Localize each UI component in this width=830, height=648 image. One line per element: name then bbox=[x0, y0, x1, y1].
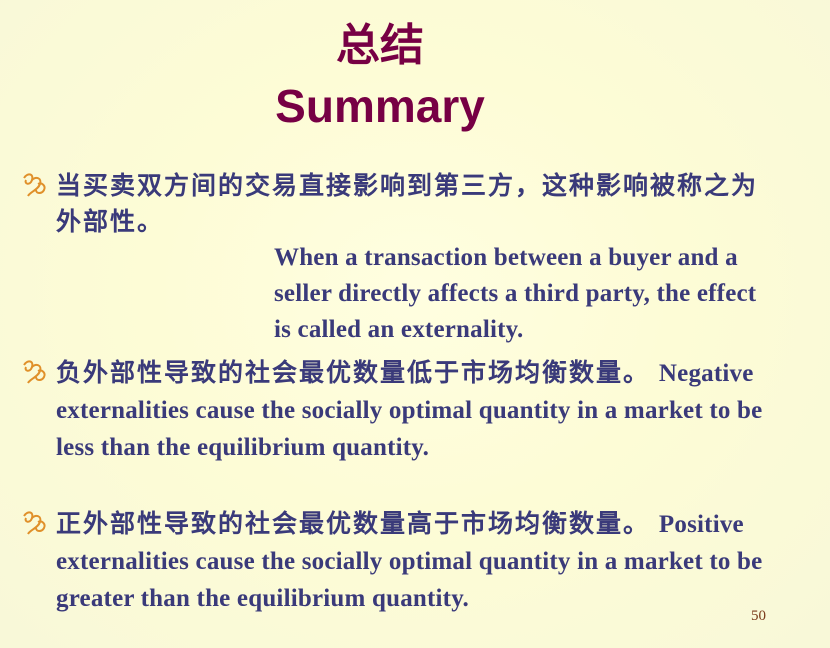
page-number: 50 bbox=[751, 608, 766, 624]
slide-title-english: Summary bbox=[275, 80, 485, 132]
slide-title-chinese: 总结 bbox=[336, 20, 424, 71]
bullet-1-english: When a transaction between a buyer and a… bbox=[274, 244, 757, 343]
bullet-text-2: 负外部性导致的社会最优数量低于市场均衡数量。 Negative external… bbox=[56, 355, 772, 466]
bullet-3-chinese: 正外部性导致的社会最优数量高于市场均衡数量。 bbox=[56, 509, 651, 538]
fleuron-bullet-icon bbox=[23, 511, 46, 535]
bullet-2-chinese: 负外部性导致的社会最优数量低于市场均衡数量。 bbox=[56, 358, 651, 387]
fleuron-bullet-icon bbox=[23, 173, 46, 197]
bullet-text-1: 当买卖双方间的交易直接影响到第三方，这种影响被称之为外部性。 When a tr… bbox=[56, 168, 772, 348]
bullet-1-chinese: 当买卖双方间的交易直接影响到第三方，这种影响被称之为外部性。 bbox=[56, 171, 759, 236]
fleuron-bullet-icon bbox=[23, 360, 46, 384]
bullet-text-3: 正外部性导致的社会最优数量高于市场均衡数量。 Positive external… bbox=[56, 506, 772, 617]
